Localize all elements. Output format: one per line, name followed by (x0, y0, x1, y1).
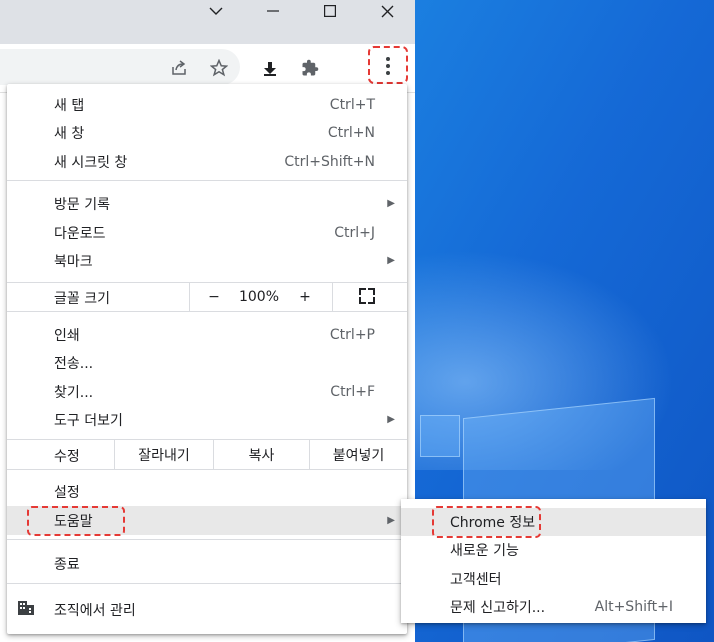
menu-item-incognito[interactable]: 새 시크릿 창 Ctrl+Shift+N (7, 147, 407, 176)
zoom-row: 글꼴 크기 − 100% + (7, 282, 407, 312)
submenu-item-whats-new[interactable]: 새로운 기능 (401, 536, 706, 564)
menu-item-downloads[interactable]: 다운로드 Ctrl+J (7, 218, 407, 247)
star-icon[interactable] (205, 54, 233, 82)
about-chrome-highlight (432, 506, 541, 538)
menu-item-history[interactable]: 방문 기록 ▶ (7, 189, 407, 218)
download-icon[interactable] (256, 54, 284, 82)
menu-divider (7, 180, 407, 181)
menu-item-managed[interactable]: 조직에서 관리 (7, 595, 407, 624)
title-bar (0, 0, 415, 44)
windows-logo-pane (420, 415, 460, 457)
chevron-right-icon: ▶ (387, 255, 395, 266)
kebab-menu-icon[interactable] (378, 53, 398, 79)
help-highlight (27, 506, 125, 536)
menu-item-new-tab[interactable]: 새 탭 Ctrl+T (7, 90, 407, 119)
menu-divider (7, 539, 407, 540)
menu-item-cast[interactable]: 전송... (7, 348, 407, 377)
fullscreen-icon[interactable] (359, 288, 375, 304)
chevron-down-icon[interactable] (193, 0, 239, 22)
menu-item-more-tools[interactable]: 도구 더보기 ▶ (7, 405, 407, 434)
chrome-main-menu: 새 탭 Ctrl+T 새 창 Ctrl+N 새 시크릿 창 Ctrl+Shift… (7, 84, 407, 634)
menu-item-print[interactable]: 인쇄 Ctrl+P (7, 320, 407, 349)
paste-button[interactable]: 붙여넣기 (310, 440, 407, 469)
menu-divider (7, 583, 407, 584)
copy-button[interactable]: 복사 (214, 440, 309, 469)
zoom-in-button[interactable]: + (290, 283, 320, 311)
zoom-level: 100% (238, 289, 280, 305)
zoom-out-button[interactable]: − (199, 283, 229, 311)
menu-item-bookmarks[interactable]: 북마크 ▶ (7, 246, 407, 275)
share-icon[interactable] (165, 54, 193, 82)
menu-item-find[interactable]: 찾기... Ctrl+F (7, 377, 407, 406)
chevron-right-icon: ▶ (387, 414, 395, 425)
menu-item-exit[interactable]: 종료 (7, 549, 407, 578)
menu-item-new-window[interactable]: 새 창 Ctrl+N (7, 118, 407, 147)
submenu-item-report-issue[interactable]: 문제 신고하기... Alt+Shift+I (401, 593, 706, 621)
chevron-right-icon: ▶ (387, 515, 395, 526)
edit-row: 수정 잘라내기 복사 붙여넣기 (7, 439, 407, 470)
minimize-button[interactable] (250, 0, 296, 22)
building-icon (18, 601, 34, 615)
menu-item-settings[interactable]: 설정 (7, 477, 407, 506)
chevron-right-icon: ▶ (387, 198, 395, 209)
submenu-item-help-center[interactable]: 고객센터 (401, 565, 706, 593)
close-button[interactable] (364, 0, 410, 22)
cut-button[interactable]: 잘라내기 (115, 440, 213, 469)
maximize-button[interactable] (307, 0, 353, 22)
address-bar[interactable] (0, 49, 240, 85)
extensions-puzzle-icon[interactable] (296, 54, 324, 82)
